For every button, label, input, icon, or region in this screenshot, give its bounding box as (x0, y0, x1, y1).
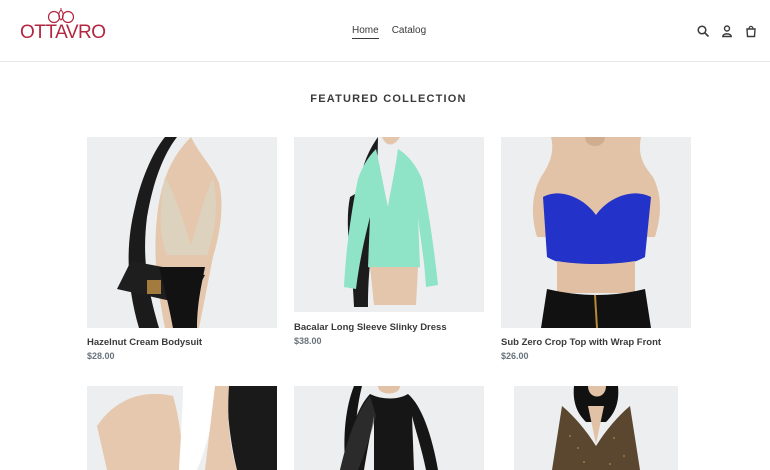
cart-icon[interactable] (744, 24, 758, 38)
product-card[interactable] (87, 386, 277, 470)
nav-catalog-link[interactable]: Catalog (392, 24, 426, 39)
brand-name: OTTAVRO (20, 22, 106, 43)
nav-home-link[interactable]: Home (352, 24, 379, 39)
product-price: $38.00 (294, 336, 322, 346)
site-header: OTTAVRO Home Catalog (0, 0, 770, 62)
product-card[interactable]: Bacalar Long Sleeve Slinky Dress $38.00 (294, 137, 484, 352)
main-nav: Home Catalog (352, 24, 426, 39)
product-price: $26.00 (501, 351, 529, 361)
product-name[interactable]: Sub Zero Crop Top with Wrap Front (501, 337, 661, 348)
product-card[interactable]: Sub Zero Crop Top with Wrap Front $26.00 (501, 137, 691, 367)
product-image[interactable] (87, 137, 277, 328)
product-card[interactable] (294, 386, 484, 470)
search-icon[interactable] (696, 24, 710, 38)
section-title: FEATURED COLLECTION (310, 93, 467, 105)
account-icon[interactable] (720, 24, 734, 38)
product-card[interactable] (514, 386, 678, 470)
product-price: $28.00 (87, 351, 115, 361)
product-image[interactable] (514, 386, 678, 470)
product-name[interactable]: Bacalar Long Sleeve Slinky Dress (294, 322, 447, 333)
product-image[interactable] (501, 137, 691, 328)
product-image[interactable] (294, 137, 484, 312)
header-icons (696, 24, 758, 38)
product-card[interactable]: Hazelnut Cream Bodysuit $28.00 (87, 137, 277, 367)
product-image[interactable] (294, 386, 484, 470)
brand-logo[interactable]: OTTAVRO (20, 8, 106, 44)
product-image[interactable] (87, 386, 277, 470)
product-name[interactable]: Hazelnut Cream Bodysuit (87, 337, 202, 348)
